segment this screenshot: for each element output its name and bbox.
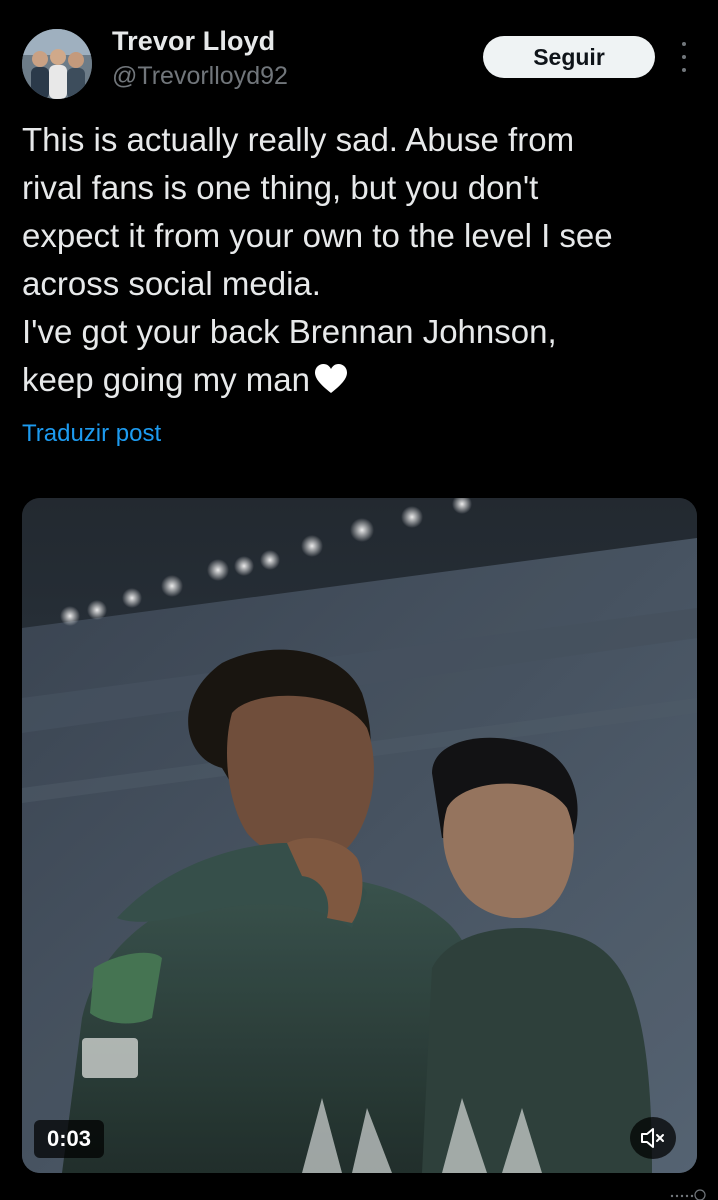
- author-handle[interactable]: @Trevorlloyd92: [112, 62, 288, 91]
- translate-post-link[interactable]: Traduzir post: [22, 420, 161, 448]
- video-duration: 0:03: [34, 1120, 104, 1158]
- post-text: This is actually really sad. Abuse from …: [22, 116, 702, 407]
- speaker-muted-icon: [641, 1128, 664, 1148]
- author-avatar[interactable]: [22, 29, 92, 99]
- dot: [682, 68, 686, 72]
- avatar-photo: [22, 29, 92, 99]
- follow-button[interactable]: Seguir: [483, 36, 655, 78]
- mute-toggle-button[interactable]: [630, 1117, 676, 1159]
- video-frame: [22, 498, 697, 1173]
- dot: [682, 42, 686, 46]
- dot: [682, 55, 686, 59]
- video-player[interactable]: [22, 498, 697, 1173]
- more-options-icon[interactable]: [674, 42, 694, 72]
- post-text-body: This is actually really sad. Abuse from …: [22, 121, 613, 398]
- white-heart-icon: [314, 359, 348, 407]
- bottom-handle-icon: [670, 1189, 706, 1200]
- author-display-name[interactable]: Trevor Lloyd: [112, 26, 275, 57]
